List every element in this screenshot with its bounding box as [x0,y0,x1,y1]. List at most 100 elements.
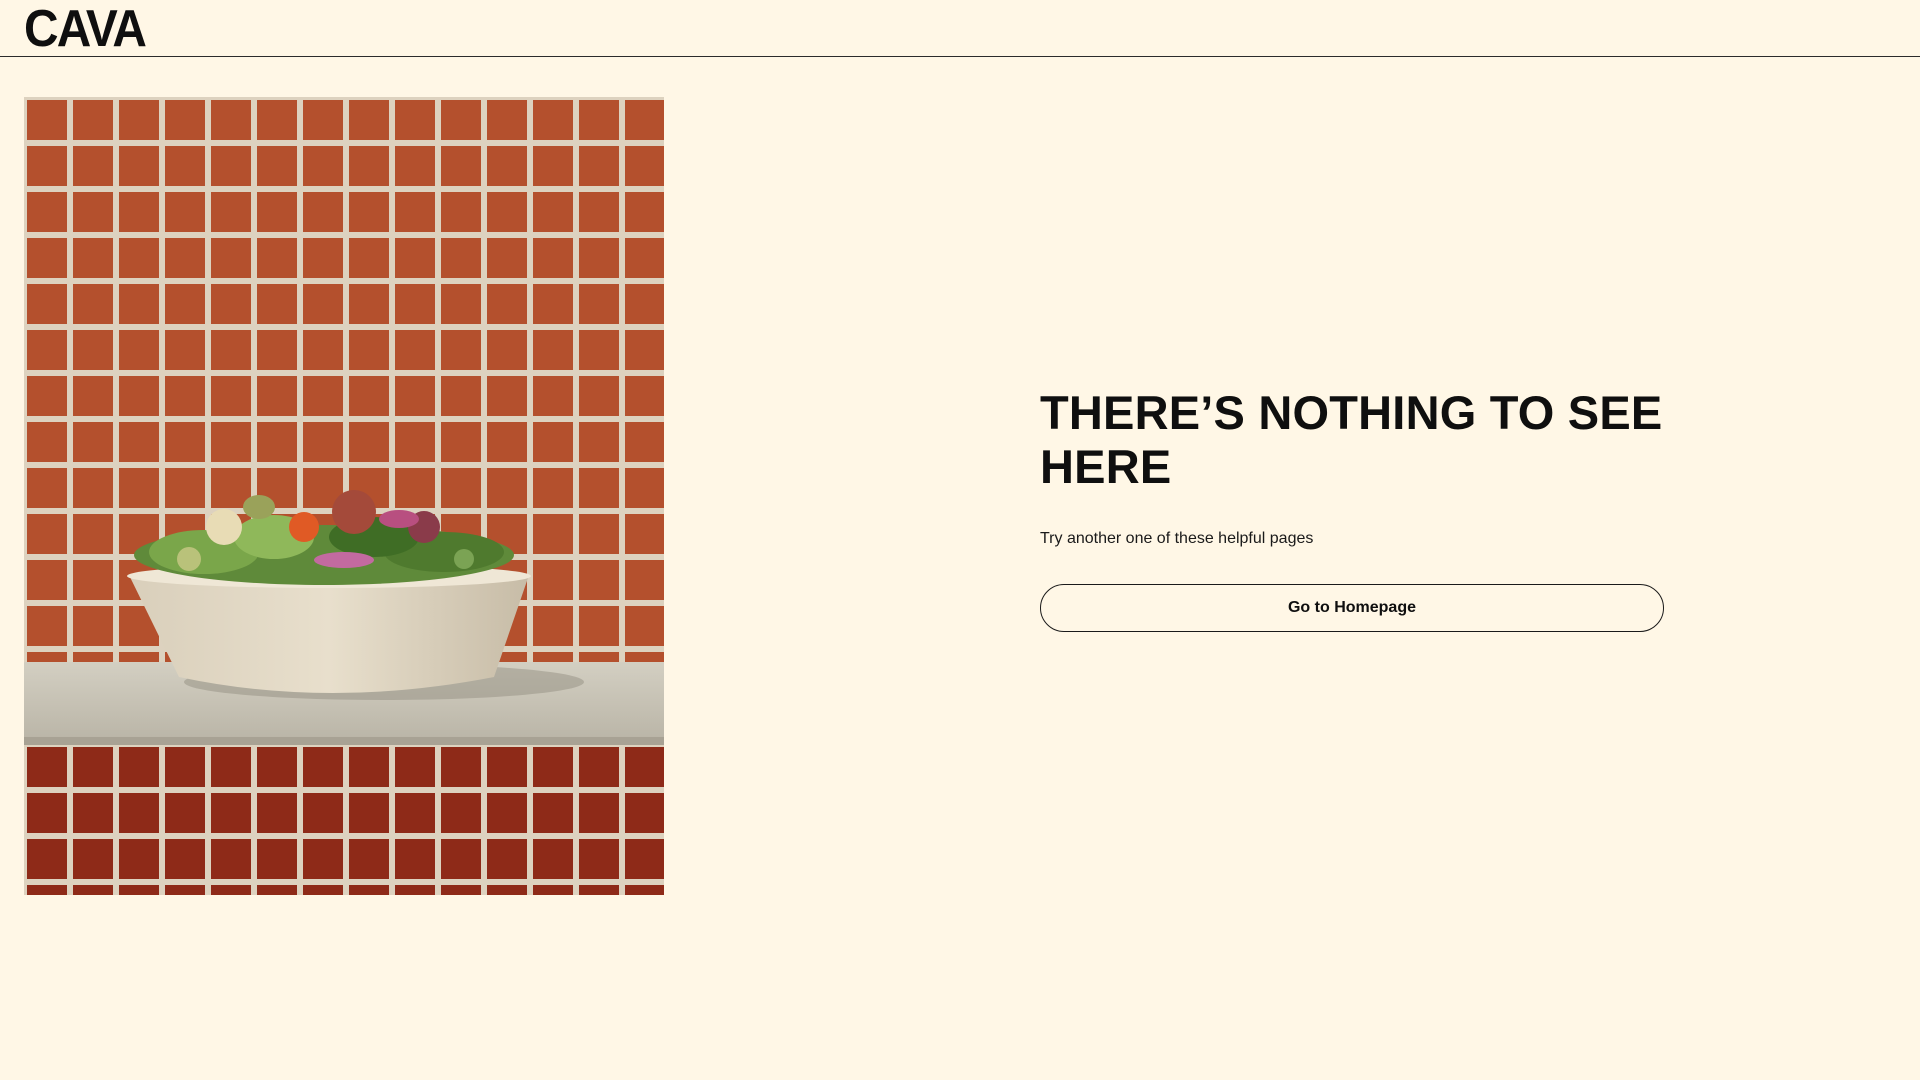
tile [349,376,389,416]
tile [349,238,389,278]
tile [211,793,251,833]
cava-logo[interactable]: CAVA [24,3,147,55]
tile [625,606,664,646]
tile [487,793,527,833]
tile [119,652,159,663]
tile [533,422,573,462]
tile [487,238,527,278]
tile [579,376,619,416]
tile [165,376,205,416]
tile [211,192,251,232]
tile [487,192,527,232]
tile [27,560,67,600]
tile [119,238,159,278]
tile [303,330,343,370]
tile [73,238,113,278]
tile [533,146,573,186]
tile [303,238,343,278]
tile [349,885,389,895]
tile [73,652,113,663]
tile [625,284,664,324]
tile [579,238,619,278]
tile [441,422,481,462]
tile [349,839,389,879]
tile [487,839,527,879]
tile [27,468,67,508]
tile [625,839,664,879]
tile [211,100,251,140]
tile [303,100,343,140]
tile [27,376,67,416]
tile [349,284,389,324]
tile [579,885,619,895]
tile [257,885,297,895]
tile [27,146,67,186]
tile [27,747,67,787]
tile [533,238,573,278]
tile [165,330,205,370]
tile [487,100,527,140]
tile [303,376,343,416]
tile [625,422,664,462]
tile [395,238,435,278]
tile [441,330,481,370]
tile [625,146,664,186]
tile [625,514,664,554]
tile [487,146,527,186]
tile [625,330,664,370]
tile [487,330,527,370]
tile [165,747,205,787]
tile [441,793,481,833]
tile [119,468,159,508]
tile [441,146,481,186]
tile [395,468,435,508]
tile [533,560,573,600]
tile [27,330,67,370]
tile [27,514,67,554]
tile [27,606,67,646]
tile [533,192,573,232]
tile [303,146,343,186]
tile [579,468,619,508]
tile [579,560,619,600]
tile [165,885,205,895]
tile [395,100,435,140]
tile [625,793,664,833]
tile [487,468,527,508]
tile [441,238,481,278]
tile [257,146,297,186]
tile [303,793,343,833]
tile [257,238,297,278]
tile [165,422,205,462]
tile [441,100,481,140]
tile [533,606,573,646]
tile [27,100,67,140]
tile [257,284,297,324]
tile [165,146,205,186]
tile [73,330,113,370]
tile [303,839,343,879]
tile [349,192,389,232]
tile [625,560,664,600]
tile [487,376,527,416]
tile [119,839,159,879]
tile [441,839,481,879]
tile [533,330,573,370]
bowl [129,575,529,693]
tile [533,514,573,554]
tile [73,192,113,232]
tile [257,192,297,232]
tile [625,468,664,508]
tile [625,100,664,140]
tile [165,284,205,324]
tile [395,146,435,186]
tile [487,422,527,462]
tile [211,238,251,278]
tile [349,146,389,186]
go-to-homepage-button[interactable]: Go to Homepage [1040,584,1664,632]
tile [211,330,251,370]
tile [73,468,113,508]
tile [533,468,573,508]
tile [73,560,113,600]
tile [349,422,389,462]
